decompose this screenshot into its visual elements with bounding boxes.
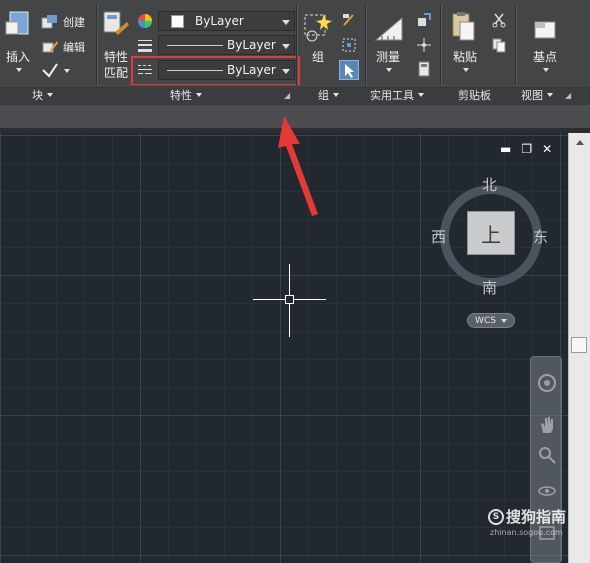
scroll-up-icon[interactable] [576, 140, 584, 145]
cut-icon[interactable] [491, 12, 507, 28]
group-select-icon[interactable] [339, 60, 359, 80]
group-panel-text-bar: 组 [318, 89, 329, 102]
wcs-label: WCS [475, 315, 496, 326]
vertical-scrollbar[interactable] [568, 133, 590, 563]
match-properties-label-2[interactable]: 匹配 [104, 64, 128, 81]
base-point-icon[interactable] [532, 14, 560, 44]
measure-label[interactable]: 测量 [376, 48, 400, 65]
block-attribute-dropdown[interactable] [64, 69, 70, 73]
annotation-highlight-box [131, 56, 300, 86]
chevron-down-icon [282, 20, 290, 25]
chevron-down-icon [333, 93, 339, 97]
steering-wheel-icon[interactable] [537, 373, 557, 393]
compass-south[interactable]: 南 [482, 277, 497, 298]
match-properties-label-1[interactable]: 特性 [104, 48, 128, 65]
group-icon[interactable] [302, 12, 334, 44]
color-swatch [171, 15, 184, 28]
properties-dialog-launcher-icon[interactable]: ◢ [284, 91, 290, 100]
paste-dropdown-arrow[interactable] [463, 68, 469, 72]
minimize-icon[interactable]: ▬ [500, 142, 511, 156]
viewport-window-controls: ▬ ❐ ✕ [500, 142, 552, 156]
insert-block-icon[interactable] [4, 10, 34, 44]
block-panel-label[interactable]: 块 [32, 88, 53, 102]
utilities-panel-label-bar[interactable]: 实用工具 [370, 88, 424, 102]
chevron-down-icon [418, 93, 424, 97]
view-panel-label[interactable]: 视图 [521, 88, 553, 102]
close-icon[interactable]: ✕ [542, 142, 552, 156]
paste-label[interactable]: 粘贴 [453, 48, 477, 65]
chevron-down-icon [282, 44, 290, 49]
chevron-down-icon [196, 93, 202, 97]
insert-label[interactable]: 插入 [6, 48, 30, 65]
zoom-icon[interactable] [537, 445, 557, 465]
pan-hand-icon[interactable] [537, 415, 557, 435]
group-label[interactable]: 组 [312, 48, 324, 65]
base-point-dropdown-arrow[interactable] [543, 68, 549, 72]
view-dialog-launcher-icon[interactable]: ◢ [565, 91, 571, 100]
sogou-logo-icon: S [488, 508, 504, 525]
copy-icon[interactable] [491, 37, 507, 53]
watermark-site: zhinan.sogou.com [490, 528, 563, 537]
clipboard-panel-label-bar: 剪贴板 [458, 88, 491, 102]
chevron-down-icon [500, 318, 507, 323]
watermark-logo: S 搜狗指南 [488, 506, 566, 527]
paste-icon[interactable] [450, 10, 478, 44]
ungroup-icon[interactable] [341, 12, 357, 28]
color-value: ByLayer [195, 14, 244, 28]
chevron-down-icon [547, 93, 553, 97]
properties-panel-text: 特性 [170, 89, 192, 102]
insert-dropdown-arrow[interactable] [16, 68, 22, 72]
viewcube-top-face[interactable]: 上 [467, 211, 515, 255]
match-properties-icon[interactable] [101, 10, 131, 44]
lineweight-value: ByLayer [227, 38, 276, 52]
chevron-down-icon [47, 93, 53, 97]
lineweight-dropdown[interactable]: ByLayer [158, 35, 295, 55]
properties-panel-label[interactable]: 特性 [170, 88, 202, 102]
compass-north[interactable]: 北 [482, 174, 497, 195]
orbit-icon[interactable] [537, 481, 557, 501]
viewcube-top-label: 上 [481, 222, 501, 247]
line-sample [167, 45, 223, 46]
utilities-panel-text-bar: 实用工具 [370, 89, 414, 102]
wcs-menu[interactable]: WCS [467, 313, 515, 328]
group-edit-icon[interactable] [341, 37, 357, 53]
create-label[interactable]: 创建 [63, 14, 85, 30]
block-attribute-icon[interactable] [41, 62, 59, 78]
scrollbar-thumb[interactable] [571, 337, 587, 353]
panel-title-bar [0, 85, 590, 105]
edit-label[interactable]: 编辑 [63, 39, 85, 55]
crosshair-pickbox [285, 295, 294, 304]
color-dropdown[interactable]: ByLayer [158, 11, 295, 31]
watermark-brand: 搜狗指南 [506, 508, 567, 526]
lineweight-icon [137, 38, 153, 54]
measure-icon[interactable] [374, 12, 404, 44]
base-point-label[interactable]: 基点 [533, 48, 557, 65]
edit-block-icon[interactable] [41, 38, 59, 54]
clipboard-panel-text-bar: 剪贴板 [458, 89, 491, 102]
compass-east[interactable]: 东 [533, 226, 548, 247]
color-wheel-icon [137, 13, 153, 29]
quick-select-icon[interactable] [416, 12, 432, 28]
create-block-icon[interactable] [41, 14, 59, 30]
id-point-icon[interactable] [416, 37, 432, 53]
group-panel-label-bar[interactable]: 组 [318, 88, 339, 102]
view-panel-text: 视图 [521, 89, 543, 102]
block-panel-text: 块 [32, 89, 43, 102]
compass-west[interactable]: 西 [431, 226, 446, 247]
restore-icon[interactable]: ❐ [521, 142, 532, 156]
measure-dropdown-arrow[interactable] [386, 68, 392, 72]
annotation-arrow [278, 116, 318, 216]
calculator-icon[interactable] [416, 61, 432, 77]
